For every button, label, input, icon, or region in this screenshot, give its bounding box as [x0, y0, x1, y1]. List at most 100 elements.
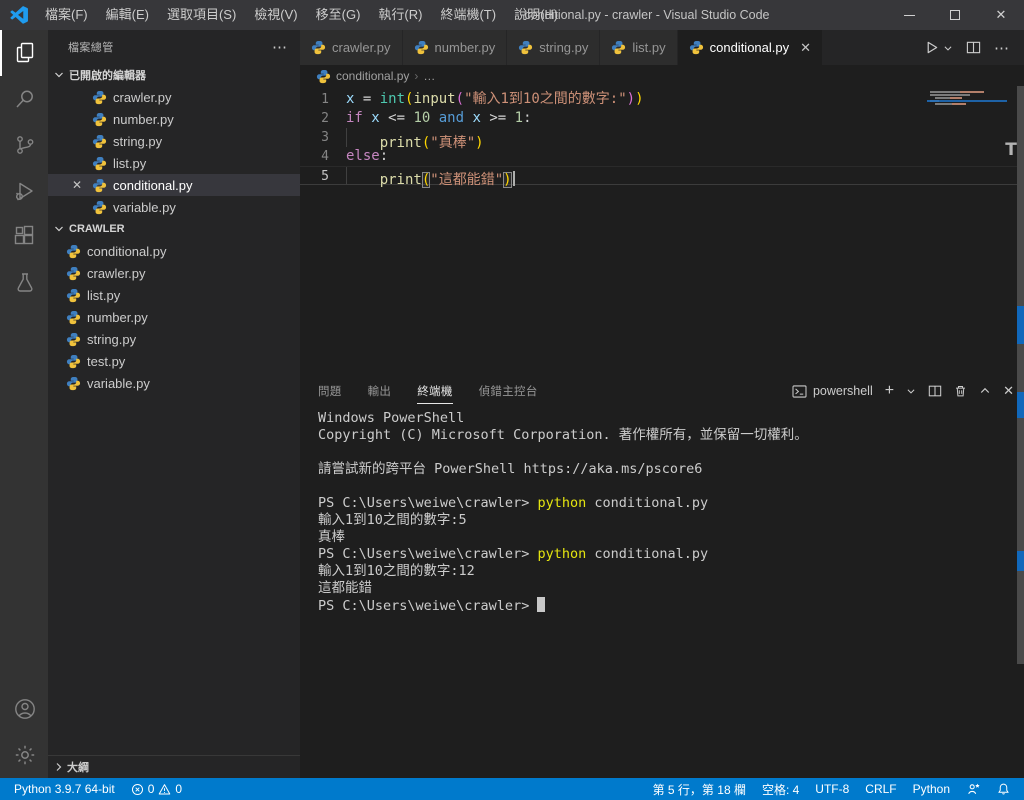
chevron-down-icon — [51, 221, 69, 237]
minimap-segment — [930, 91, 960, 93]
run-file-button[interactable] — [924, 40, 939, 55]
sidebar-title: 檔案總管 — [68, 42, 114, 54]
warning-count: 0 — [175, 782, 183, 796]
python-icon — [518, 40, 533, 55]
split-terminal-icon[interactable] — [928, 384, 942, 398]
menu-item-4[interactable]: 檢視(V) — [245, 0, 306, 30]
open-editor-variable.py[interactable]: variable.py — [48, 196, 300, 218]
explorer-sidebar: 檔案總管 ⋯ 已開啟的編輯器 crawler.py number.py string… — [48, 30, 300, 778]
python-icon — [92, 90, 107, 105]
close-panel-button[interactable]: ✕ — [1003, 383, 1014, 399]
menu-item-5[interactable]: 移至(G) — [307, 0, 370, 30]
minimize-button[interactable] — [886, 0, 932, 30]
problems-status[interactable]: 0 0 — [123, 778, 190, 800]
panel-tab-終端機[interactable]: 終端機 — [417, 378, 453, 404]
sidebar-more-actions-icon[interactable]: ⋯ — [272, 38, 288, 56]
open-editor-crawler.py[interactable]: crawler.py — [48, 86, 300, 108]
open-editor-number.py[interactable]: number.py — [48, 108, 300, 130]
panel-tab-問題[interactable]: 問題 — [318, 378, 342, 404]
tab-list.py[interactable]: list.py — [600, 30, 678, 65]
panel-tab-偵錯主控台[interactable]: 偵錯主控台 — [479, 378, 538, 404]
close-tab-icon[interactable]: ✕ — [800, 40, 811, 56]
file-string.py[interactable]: string.py — [48, 328, 300, 350]
split-editor-icon[interactable] — [966, 40, 981, 55]
indentation-status[interactable]: 空格: 4 — [754, 778, 807, 800]
minimize-icon — [903, 14, 915, 16]
file-name-label: number.py — [113, 111, 174, 127]
python-icon — [92, 134, 107, 149]
title-bar: 檔案(F) 編輯(E) 選取項目(S) 檢視(V) 移至(G) 執行(R) 終端機(T) 說明… — [0, 0, 1024, 30]
panel-tab-輸出[interactable]: 輸出 — [368, 378, 392, 404]
open-editors-section-header[interactable]: 已開啟的編輯器 — [48, 64, 300, 86]
code-token: if — [346, 110, 372, 126]
open-editor-list.py[interactable]: list.py — [48, 152, 300, 174]
cursor-position-status[interactable]: 第 5 行，第 18 欄 — [645, 778, 754, 800]
terminal-line: PS C:\Users\weiwe\crawler> python condit… — [318, 546, 1024, 563]
open-editor-conditional.py[interactable]: ✕ conditional.py — [48, 174, 300, 196]
minimap[interactable] — [927, 91, 1007, 106]
editor-more-actions-icon[interactable]: ⋯ — [994, 39, 1010, 57]
activity-settings-button[interactable] — [0, 732, 48, 778]
terminal-text: PS C:\Users\weiwe\crawler> — [318, 495, 538, 511]
terminal-line: Copyright (C) Microsoft Corporation. 著作權… — [318, 427, 1024, 444]
terminal-dropdown-icon[interactable] — [906, 386, 916, 396]
close-editor-icon[interactable]: ✕ — [72, 178, 92, 192]
menu-item-2[interactable]: 編輯(E) — [97, 0, 158, 30]
file-crawler.py[interactable]: crawler.py — [48, 262, 300, 284]
maximize-panel-icon[interactable] — [979, 385, 991, 397]
maximize-button[interactable] — [932, 0, 978, 30]
file-test.py[interactable]: test.py — [48, 350, 300, 372]
menu-item-1[interactable]: 檔案(F) — [36, 0, 97, 30]
tab-string.py[interactable]: string.py — [507, 30, 601, 65]
file-name-label: list.py — [113, 155, 147, 171]
notifications-button[interactable] — [989, 778, 1018, 800]
terminal-content[interactable]: Windows PowerShell Copyright (C) Microsof… — [300, 404, 1024, 778]
chevron-right-icon — [51, 759, 67, 775]
breadcrumb[interactable]: conditional.py › … — [300, 65, 1024, 87]
open-editor-string.py[interactable]: string.py — [48, 130, 300, 152]
shell-selector[interactable]: powershell — [792, 384, 873, 398]
eol-status[interactable]: CRLF — [857, 778, 904, 800]
activity-explorer-button[interactable] — [0, 30, 48, 76]
activity-account-button[interactable] — [0, 686, 48, 732]
python-icon — [316, 69, 331, 84]
file-list.py[interactable]: list.py — [48, 284, 300, 306]
folder-section-header[interactable]: CRAWLER — [48, 218, 300, 240]
file-name-label: conditional.py — [113, 177, 193, 193]
feedback-button[interactable] — [958, 778, 989, 800]
code-token: and — [438, 110, 465, 126]
code-editor[interactable]: 1x = int(input("輸入1到10之間的數字:")) 2 if x <= … — [300, 87, 1024, 378]
kill-terminal-icon[interactable] — [954, 384, 967, 398]
close-window-button[interactable]: ✕ — [978, 0, 1024, 30]
terminal-line: PS C:\Users\weiwe\crawler> — [318, 597, 1024, 614]
indent-guide — [346, 167, 380, 184]
tab-label: crawler.py — [332, 40, 391, 55]
run-dropdown-icon[interactable] — [943, 43, 953, 53]
python-interpreter-status[interactable]: Python 3.9.7 64-bit — [6, 778, 123, 800]
tab-crawler.py[interactable]: crawler.py — [300, 30, 403, 65]
menu-item-3[interactable]: 選取項目(S) — [158, 0, 245, 30]
tab-number.py[interactable]: number.py — [402, 30, 508, 65]
activity-extensions-button[interactable] — [0, 214, 48, 260]
file-name-label: list.py — [87, 287, 121, 303]
file-variable.py[interactable]: variable.py — [48, 372, 300, 394]
outline-section-header[interactable]: 大綱 — [48, 755, 300, 778]
code-token: x — [371, 110, 380, 126]
tab-conditional.py[interactable]: conditional.py ✕ — [677, 30, 824, 65]
activity-source-control-button[interactable] — [0, 122, 48, 168]
new-terminal-button[interactable]: + — [885, 382, 894, 400]
activity-search-button[interactable] — [0, 76, 48, 122]
file-number.py[interactable]: number.py — [48, 306, 300, 328]
code-token: x — [472, 110, 481, 126]
file-conditional.py[interactable]: conditional.py — [48, 240, 300, 262]
window-controls: ✕ — [886, 0, 1024, 30]
activity-run-debug-button[interactable] — [0, 168, 48, 214]
terminal-text: conditional.py — [586, 546, 709, 562]
breadcrumb-symbols: … — [423, 69, 436, 83]
activity-testing-button[interactable] — [0, 260, 48, 306]
encoding-status[interactable]: UTF-8 — [807, 778, 857, 800]
feedback-icon — [966, 782, 981, 796]
language-mode-status[interactable]: Python — [905, 778, 958, 800]
overview-ruler[interactable] — [1017, 86, 1024, 664]
